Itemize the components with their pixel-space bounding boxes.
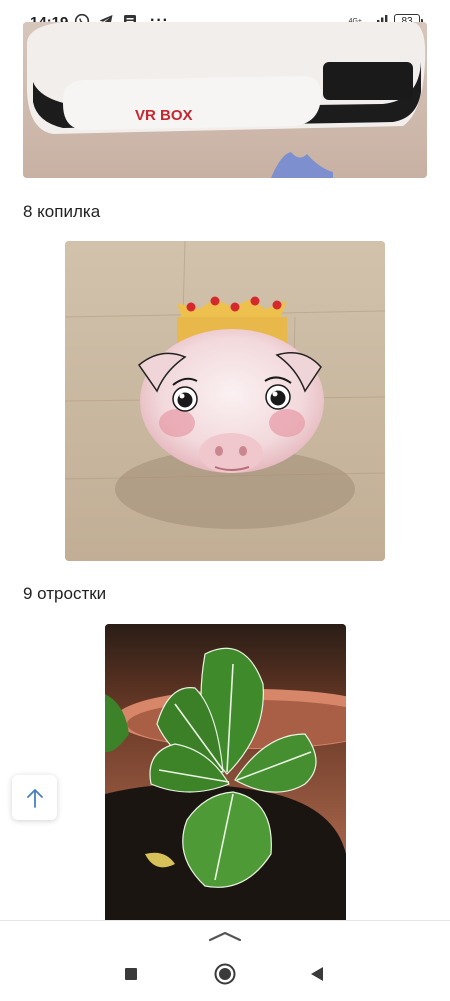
vr-box-headset-photo: VR BOX xyxy=(23,22,427,178)
vr-box-logo: VR BOX xyxy=(135,107,193,124)
recent-apps-button[interactable] xyxy=(119,962,143,986)
pig-piggy-bank-photo xyxy=(65,241,385,561)
plant-sprouts-photo xyxy=(105,624,346,924)
svg-text:VR BOX: VR BOX xyxy=(135,107,193,124)
home-icon xyxy=(214,963,236,985)
back-icon xyxy=(311,967,323,981)
caption-sprouts: 9 отростки xyxy=(23,584,107,603)
bottom-sheet xyxy=(0,920,450,1001)
arrow-up-icon xyxy=(26,788,43,808)
back-button[interactable] xyxy=(305,962,329,986)
home-button[interactable] xyxy=(213,962,237,986)
recent-apps-icon xyxy=(125,968,137,980)
scroll-to-top-button[interactable] xyxy=(12,775,57,820)
chevron-up-icon[interactable] xyxy=(207,929,243,943)
caption-piggy-bank: 8 копилка xyxy=(23,202,101,221)
